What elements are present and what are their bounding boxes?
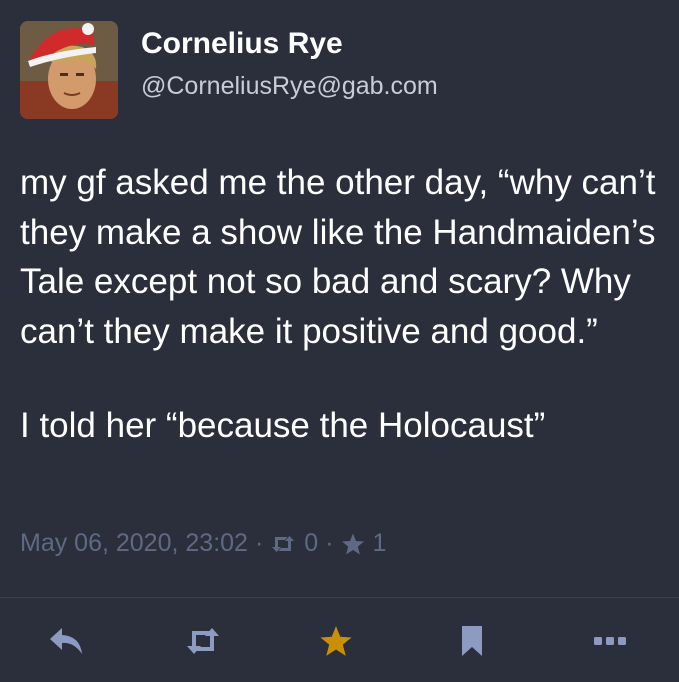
retweet-icon [270,535,296,553]
bookmark-icon [462,626,482,656]
favourite-button[interactable] [316,624,356,658]
separator: · [325,529,334,557]
status-paragraph: my gf asked me the other day, “why can’t… [20,163,656,351]
avatar[interactable] [20,21,118,119]
action-bar [0,598,679,682]
reblogs-count: 0 [304,529,319,557]
status-meta: May 06, 2020, 23:02 · 0 · 1 [20,529,386,558]
status-content: my gf asked me the other day, “why can’t… [20,158,660,451]
display-name[interactable]: Cornelius Rye [141,26,438,62]
star-icon [341,532,365,556]
avatar-photo-santa-hat [20,21,118,119]
separator: · [254,529,264,557]
status-paragraph: I told her “because the Holocaust” [20,406,546,445]
favourites-count: 1 [372,529,387,557]
reply-icon [50,628,82,654]
more-button[interactable] [590,624,630,658]
timestamp-link[interactable]: May 06, 2020, 23:02 [20,529,248,558]
status-header: Cornelius Rye @CorneliusRye@gab.com [20,20,438,120]
ellipsis-icon [594,637,626,645]
star-icon [320,626,352,656]
boost-button[interactable] [183,624,223,658]
account-handle[interactable]: @CorneliusRye@gab.com [141,70,438,102]
bookmark-button[interactable] [452,624,492,658]
retweet-icon [187,628,219,654]
reply-button[interactable] [46,624,86,658]
